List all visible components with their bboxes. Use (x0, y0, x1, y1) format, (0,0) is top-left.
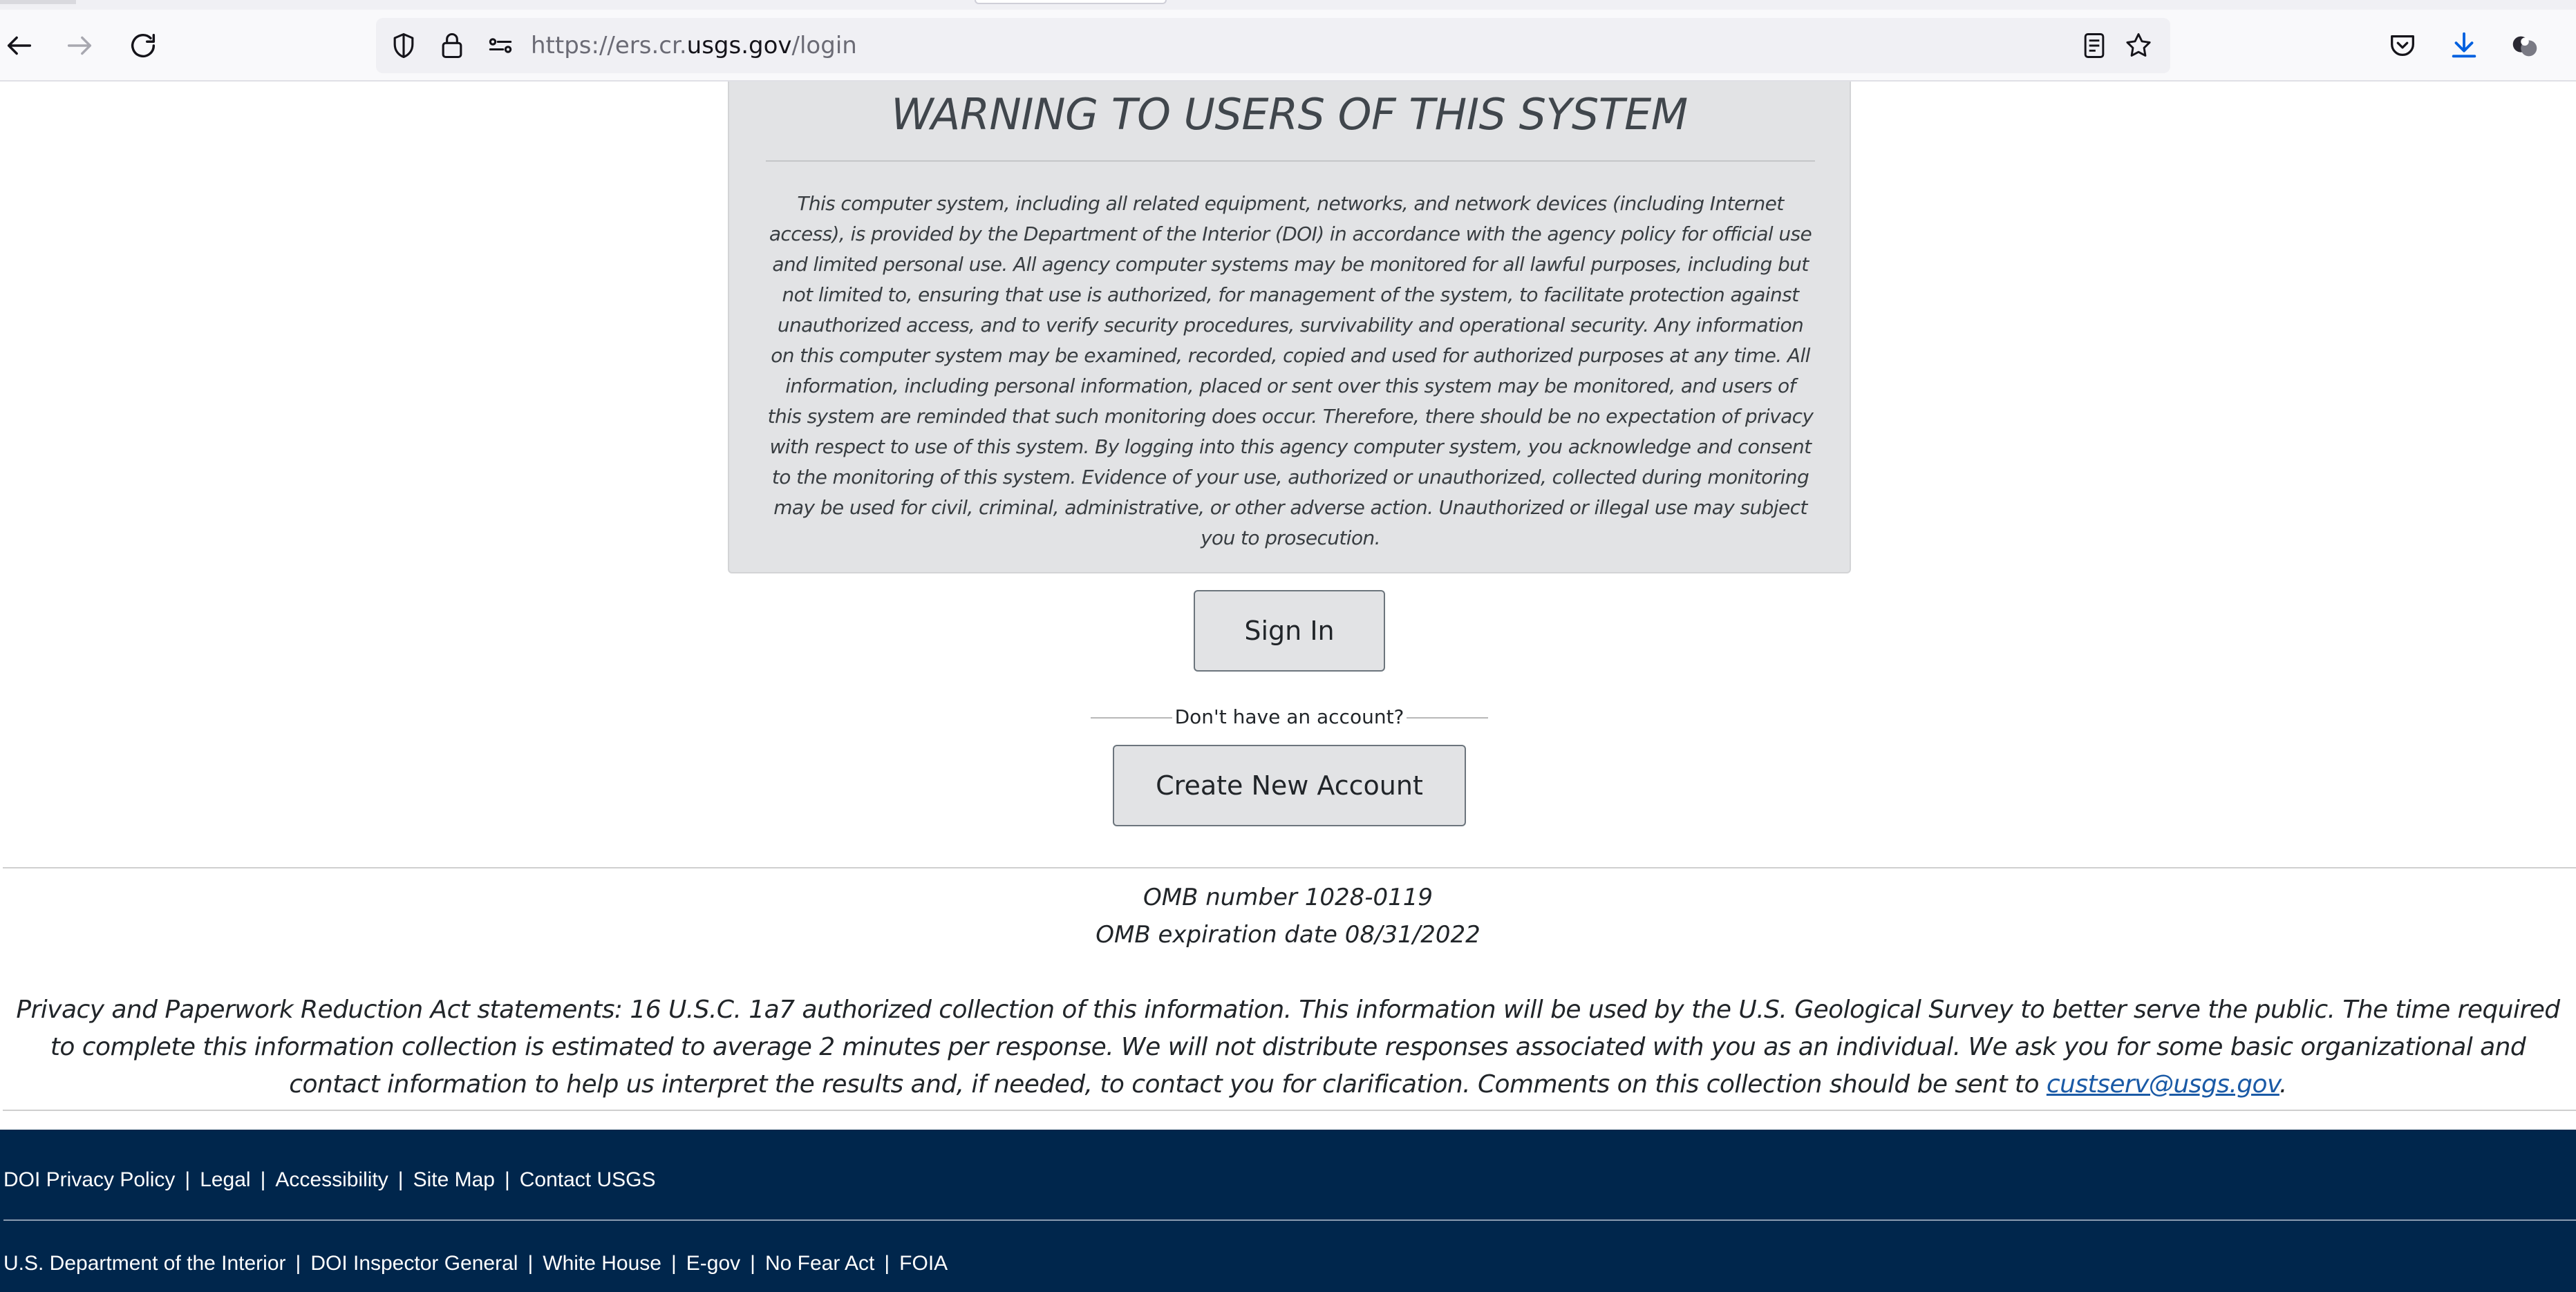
footer-separator: | (185, 1168, 191, 1191)
footer-link-inspector-general[interactable]: DOI Inspector General (310, 1252, 518, 1275)
tab-current[interactable] (975, 0, 1167, 4)
permissions-icon[interactable] (482, 28, 518, 64)
tab-previous[interactable] (0, 0, 76, 4)
no-account-divider: Don't have an account? (1091, 702, 1488, 732)
site-footer: DOI Privacy Policy | Legal | Accessibility | S… (0, 1130, 2576, 1292)
pocket-icon[interactable] (2376, 19, 2429, 72)
footer-separator: | (295, 1252, 301, 1275)
footer-link-foia[interactable]: FOIA (899, 1252, 948, 1275)
footer-divider (3, 1219, 2576, 1221)
extensions-icon[interactable] (2499, 19, 2551, 72)
footer-link-doi[interactable]: U.S. Department of the Interior (3, 1252, 286, 1275)
create-account-button[interactable]: Create New Account (1113, 745, 1466, 826)
omb-expiration: OMB expiration date 08/31/2022 (1096, 921, 1480, 949)
warning-title: WARNING TO USERS OF THIS SYSTEM (891, 89, 1688, 140)
footer-links-primary: DOI Privacy Policy | Legal | Accessibility | S… (3, 1166, 656, 1194)
reader-view-icon[interactable] (2076, 28, 2112, 64)
footer-link-white-house[interactable]: White House (543, 1252, 661, 1275)
footer-separator: | (884, 1252, 890, 1275)
omb-number: OMB number 1028-0119 (1143, 884, 1433, 911)
footer-link-no-fear-act[interactable]: No Fear Act (765, 1252, 874, 1275)
footer-link-legal[interactable]: Legal (200, 1168, 250, 1191)
browser-toolbar: https://ers.cr.usgs.gov/login (0, 10, 2576, 82)
forward-arrow-icon[interactable] (53, 19, 106, 72)
tab-strip (0, 0, 2576, 10)
footer-link-contact-usgs[interactable]: Contact USGS (520, 1168, 656, 1191)
privacy-statement: Privacy and Paperwork Reduction Act stat… (3, 991, 2573, 1103)
lock-icon[interactable] (434, 28, 470, 64)
bookmark-star-icon[interactable] (2121, 28, 2156, 64)
footer-separator: | (397, 1168, 404, 1191)
shield-icon[interactable] (386, 28, 422, 64)
warning-text: This computer system, including all rela… (767, 192, 1814, 549)
footer-separator: | (504, 1168, 510, 1191)
section-divider (3, 867, 2576, 868)
warning-divider (766, 160, 1815, 162)
reload-icon[interactable] (117, 19, 169, 72)
back-arrow-icon[interactable] (0, 19, 46, 72)
footer-link-egov[interactable]: E-gov (686, 1252, 740, 1275)
footer-link-site-map[interactable]: Site Map (413, 1168, 495, 1191)
sign-in-button[interactable]: Sign In (1194, 590, 1385, 672)
footer-separator: | (750, 1252, 755, 1275)
footer-separator: | (260, 1168, 266, 1191)
footer-separator: | (527, 1252, 534, 1275)
address-bar[interactable]: https://ers.cr.usgs.gov/login (376, 18, 2170, 73)
download-icon[interactable] (2438, 19, 2490, 72)
url-text[interactable]: https://ers.cr.usgs.gov/login (531, 30, 857, 61)
footer-link-accessibility[interactable]: Accessibility (275, 1168, 388, 1191)
divider-line-right (1407, 717, 1488, 719)
footer-link-doi-privacy[interactable]: DOI Privacy Policy (3, 1168, 175, 1191)
footer-links-secondary: U.S. Department of the Interior | DOI Insp… (3, 1250, 948, 1277)
warning-panel: WARNING TO USERS OF THIS SYSTEM This com… (728, 82, 1851, 573)
privacy-end: . (2279, 1070, 2287, 1099)
contact-email-link[interactable]: custserv@usgs.gov (2047, 1070, 2280, 1099)
footer-separator: | (671, 1252, 677, 1275)
section-divider-bottom (3, 1110, 2576, 1111)
